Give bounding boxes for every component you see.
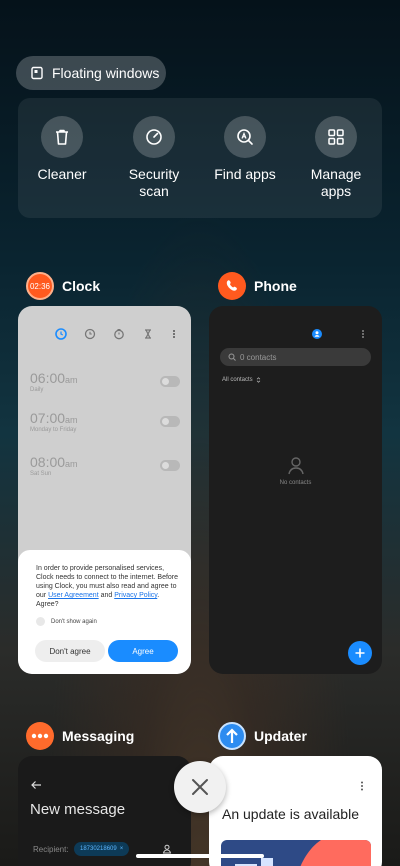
floating-window-icon: [31, 66, 43, 80]
home-indicator[interactable]: [136, 854, 264, 858]
recipient-number: 18730218609: [80, 846, 117, 852]
plus-icon: [355, 648, 365, 658]
floating-windows-button[interactable]: Floating windows: [16, 56, 166, 90]
find-apps-label: Find apps: [214, 166, 276, 182]
sort-arrows-icon: [256, 377, 260, 383]
dont-show-again-label: Don't show again: [51, 618, 97, 625]
security-scan-label: Security scan: [128, 166, 180, 199]
privacy-policy-link[interactable]: Privacy Policy: [114, 592, 157, 599]
updater-app-name: Updater: [254, 728, 307, 744]
alarm-row[interactable]: 06:00am Daily: [30, 370, 180, 393]
alarm-row[interactable]: 07:00am Monday to Friday: [30, 410, 180, 433]
alarm-time: 07:00am: [30, 410, 78, 426]
agree-button[interactable]: Agree: [108, 640, 178, 662]
more-options-icon: [173, 330, 175, 338]
find-apps-button[interactable]: Find apps: [205, 116, 285, 183]
empty-contact-icon: [288, 457, 304, 475]
messaging-dots-icon: [31, 733, 49, 739]
phone-app-header[interactable]: Phone: [218, 272, 297, 300]
manage-apps-icon: [328, 129, 344, 145]
more-options-icon[interactable]: [359, 780, 365, 792]
updater-app-icon: [218, 722, 246, 750]
updater-app-header[interactable]: Updater: [218, 722, 307, 750]
up-arrow-icon: [226, 728, 238, 743]
alarm-time: 08:00am: [30, 454, 78, 470]
clock-app-name: Clock: [62, 278, 101, 294]
world-clock-tab-icon: [84, 328, 96, 340]
phone-handset-icon: [226, 280, 237, 291]
clock-app-card[interactable]: 06:00am Daily 07:00am Monday to Friday 0…: [18, 306, 191, 674]
messaging-app-header[interactable]: Messaging: [26, 722, 134, 750]
updater-app-card[interactable]: An update is available: [209, 756, 382, 866]
contacts-search-input[interactable]: 0 contacts: [220, 348, 371, 366]
manage-apps-label: Manage apps: [310, 166, 362, 199]
close-all-button[interactable]: [174, 761, 226, 813]
alarm-repeat: Sat Sun: [30, 471, 52, 477]
filter-label: All contacts: [222, 377, 253, 383]
phone-top-bar: [312, 329, 364, 339]
clock-icon-time: 02:36: [29, 281, 51, 291]
user-agreement-link[interactable]: User Agreement: [48, 592, 99, 599]
back-arrow-icon[interactable]: [30, 780, 42, 790]
search-placeholder: 0 contacts: [240, 352, 277, 362]
close-icon: [192, 779, 208, 795]
alarm-repeat: Monday to Friday: [30, 427, 77, 433]
dont-agree-button[interactable]: Don't agree: [35, 640, 105, 662]
cleaner-label: Cleaner: [37, 166, 87, 182]
stopwatch-tab-icon: [114, 328, 124, 340]
remove-recipient-icon[interactable]: ×: [120, 846, 124, 852]
phone-app-name: Phone: [254, 278, 297, 294]
manage-apps-button[interactable]: Manage apps: [296, 116, 376, 200]
account-icon: [312, 329, 322, 339]
alarm-toggle[interactable]: [160, 460, 180, 471]
find-apps-icon: [237, 129, 253, 145]
security-scan-icon: [146, 129, 162, 145]
messaging-app-name: Messaging: [62, 728, 135, 744]
alarm-toggle[interactable]: [160, 376, 180, 387]
floating-windows-label: Floating windows: [52, 65, 160, 81]
update-banner-graphic: [221, 840, 371, 866]
quick-tools-panel: Cleaner Security scan Find apps Manage a…: [18, 98, 382, 218]
alarm-toggle[interactable]: [160, 416, 180, 427]
privacy-dialog: In order to provide personalised service…: [18, 550, 191, 674]
update-headline: An update is available: [222, 806, 359, 822]
checkbox-circle: [36, 617, 45, 626]
clock-app-header[interactable]: 02:36 Clock: [26, 272, 100, 300]
recipient-label: Recipient:: [33, 845, 69, 854]
search-icon: [228, 353, 236, 361]
alarm-repeat: Daily: [30, 387, 44, 393]
alarm-tab-icon: [55, 328, 67, 340]
no-contacts-text: No contacts: [279, 480, 312, 486]
alarm-time: 06:00am: [30, 370, 78, 386]
dialog-message: In order to provide personalised service…: [36, 565, 179, 608]
more-options-icon: [362, 330, 364, 338]
contacts-filter-dropdown[interactable]: All contacts: [222, 377, 261, 383]
timer-tab-icon: [145, 329, 151, 339]
trash-icon: [56, 129, 68, 145]
clock-app-icon: 02:36: [26, 272, 54, 300]
alarm-row[interactable]: 08:00am Sat Sun: [30, 454, 180, 477]
cleaner-button[interactable]: Cleaner: [22, 116, 102, 183]
dont-show-again-checkbox[interactable]: Don't show again: [36, 617, 181, 626]
messaging-app-icon: [26, 722, 54, 750]
phone-app-card[interactable]: 0 contacts All contacts No contacts: [209, 306, 382, 674]
new-message-title: New message: [30, 801, 126, 818]
recipient-chip[interactable]: 18730218609 ×: [74, 842, 130, 856]
security-scan-button[interactable]: Security scan: [114, 116, 194, 200]
phone-app-icon: [218, 272, 246, 300]
clock-tab-bar: [55, 328, 175, 340]
add-contact-button[interactable]: [348, 641, 372, 665]
contact-picker-icon[interactable]: [162, 844, 172, 854]
messaging-app-card[interactable]: New message Recipient: 18730218609 ×: [18, 756, 191, 866]
